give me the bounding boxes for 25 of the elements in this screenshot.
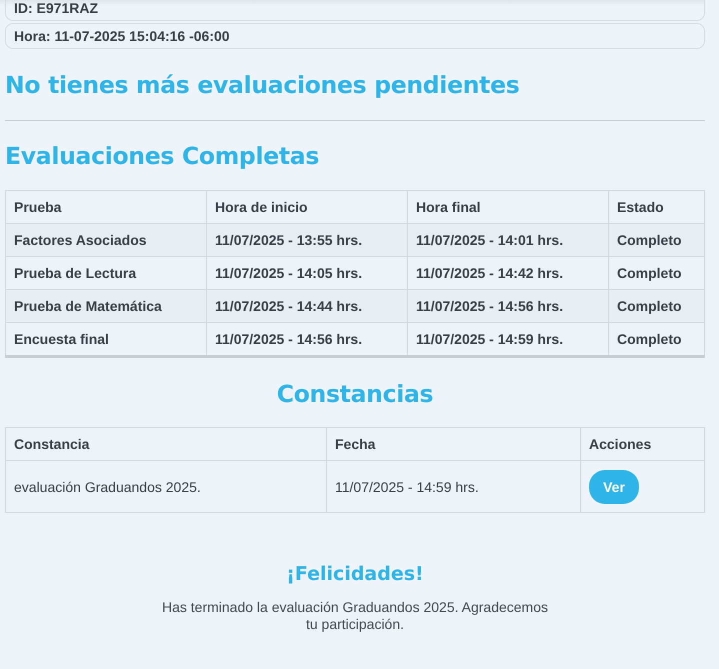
table-cell: Prueba de Matemática — [6, 290, 206, 322]
column-header: Prueba — [6, 190, 206, 224]
table-cell: Completo — [608, 290, 704, 322]
section-heading: Evaluaciones Completas — [5, 142, 320, 170]
table-cell: Encuesta final — [6, 322, 206, 356]
congrats-message: Has terminado la evaluación Graduandos 2025. Agradecemos tu participación. — [160, 599, 550, 633]
table-cell: 11/07/2025 - 14:56 hrs. — [408, 290, 608, 322]
table-cell: 11/07/2025 - 13:55 hrs. — [206, 224, 408, 256]
view-button[interactable]: Ver — [589, 470, 639, 504]
info-field: ID: E971RAZ — [5, 0, 705, 21]
column-header: Hora final — [408, 190, 608, 224]
table-cell: 11/07/2025 - 14:44 hrs. — [206, 290, 408, 322]
column-header: Fecha — [326, 428, 580, 460]
column-header: Constancia — [6, 428, 326, 460]
column-header: Acciones — [580, 428, 704, 460]
congrats-title: ¡Felicidades! — [285, 563, 425, 585]
section-heading: Constancias — [276, 380, 434, 408]
table-cell: 11/07/2025 - 14:59 hrs. — [326, 460, 580, 512]
info-field: Hora: 11-07-2025 15:04:16 -06:00 — [5, 23, 705, 49]
page-heading: No tienes más evaluaciones pendientes — [5, 71, 520, 99]
table-cell: 11/07/2025 - 14:01 hrs. — [408, 224, 608, 256]
table-cell: Completo — [608, 224, 704, 256]
table-cell: evaluación Graduandos 2025. — [6, 460, 326, 512]
column-header: Hora de inicio — [206, 190, 408, 224]
table-cell: Factores Asociados — [6, 224, 206, 256]
